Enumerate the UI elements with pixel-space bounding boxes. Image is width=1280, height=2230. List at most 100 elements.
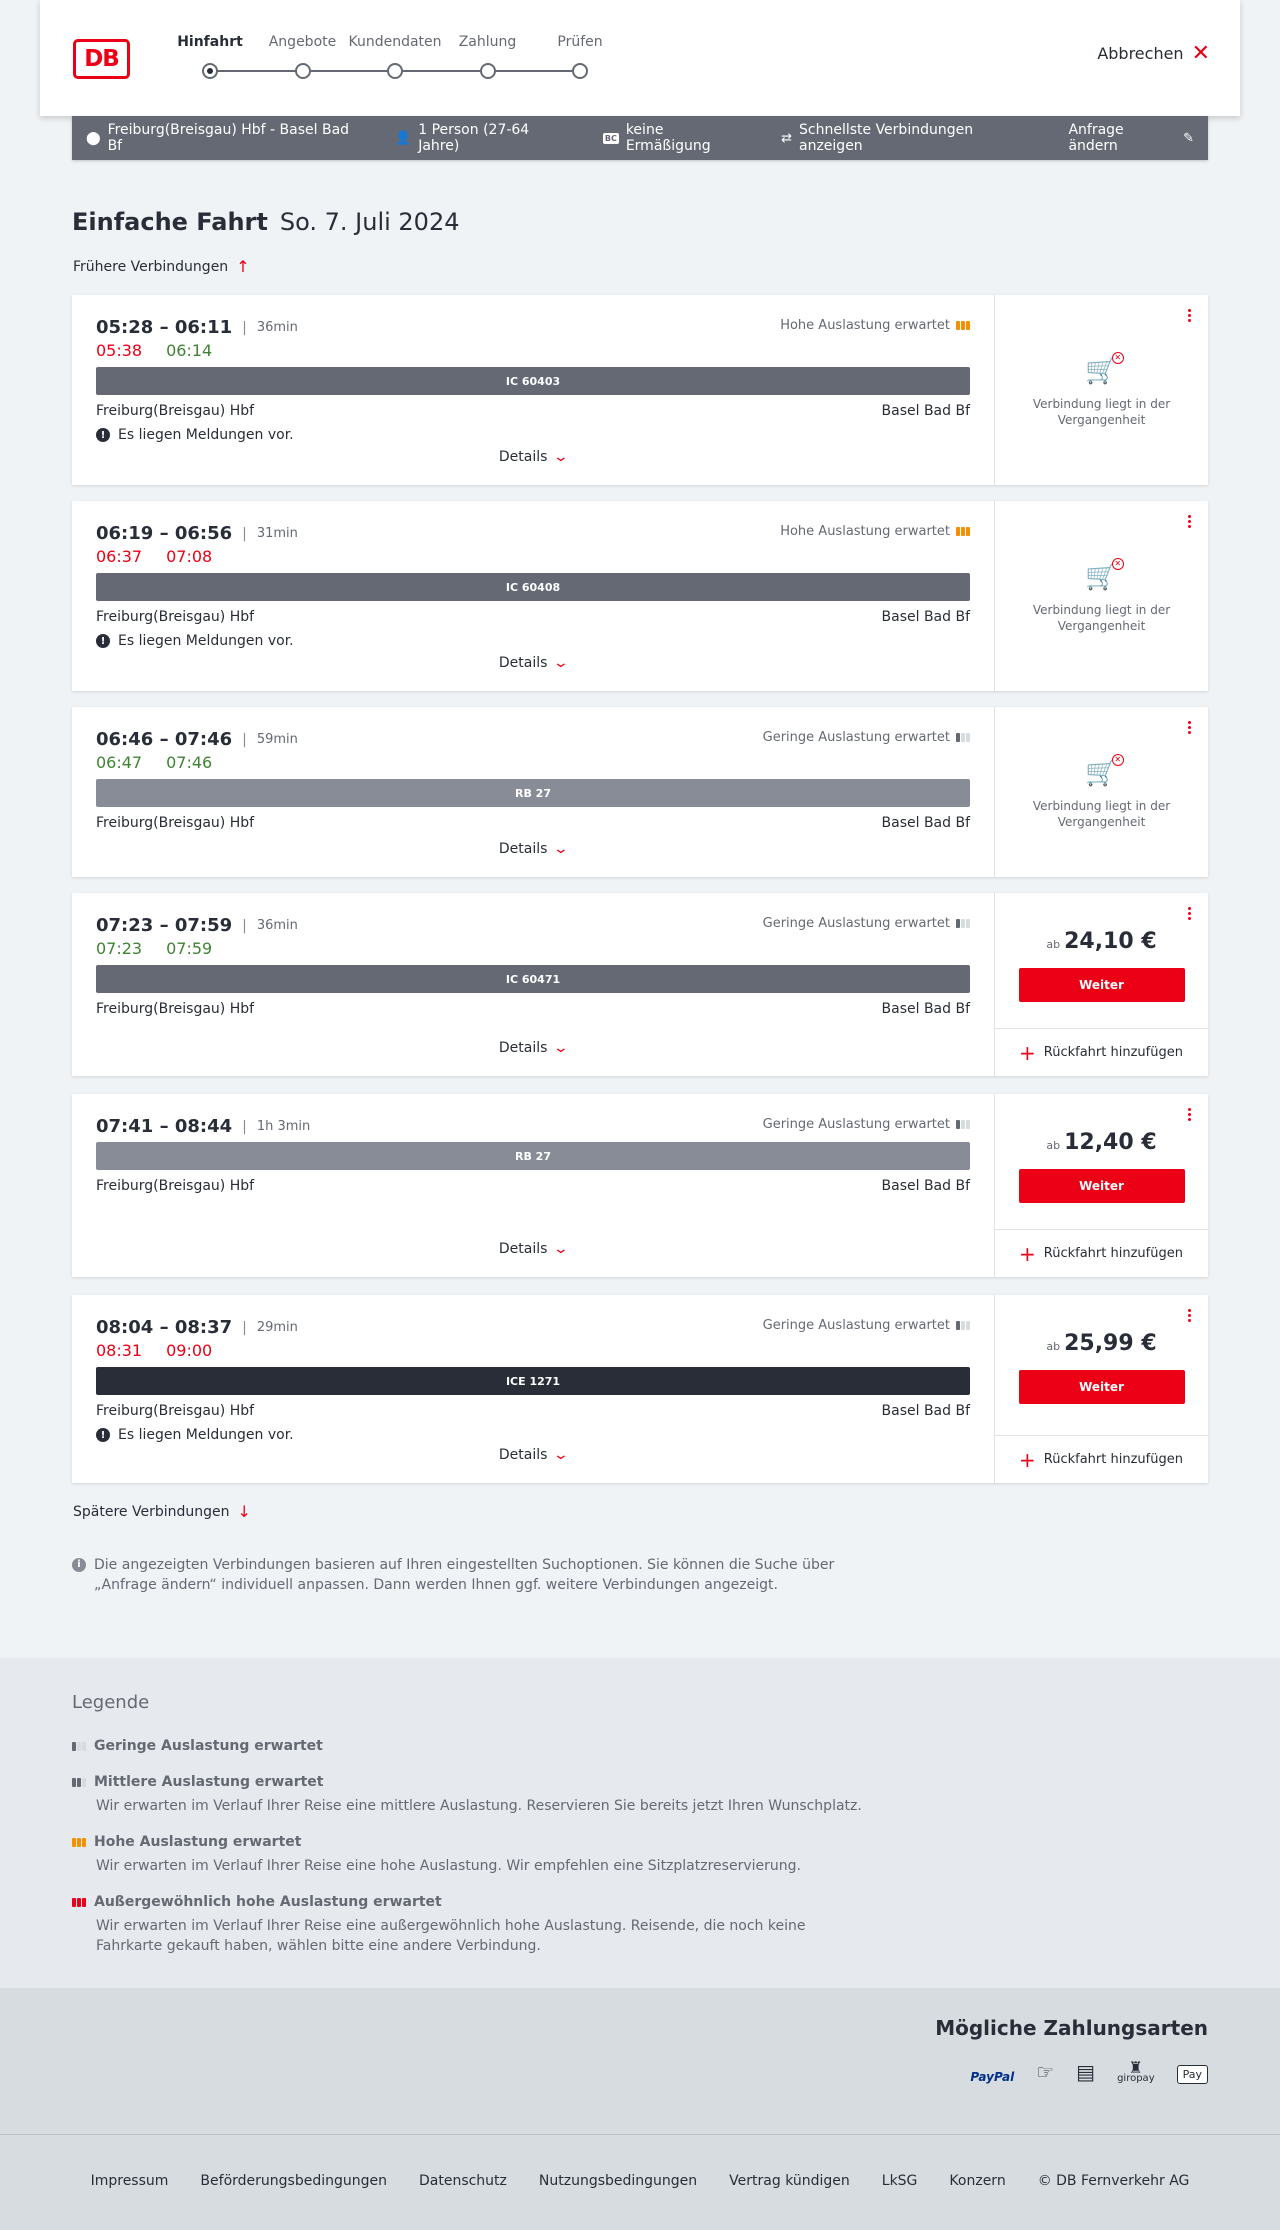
details-toggle[interactable]: Details ⌄	[72, 655, 994, 671]
realtime-times: 07:23 07:59	[96, 939, 212, 958]
past-connection-text: Verbindung liegt in der Vergangenheit	[1032, 397, 1171, 427]
details-toggle[interactable]: Details ⌄	[72, 841, 994, 857]
connection-card[interactable]: 06:46 – 07:46 | 59min 06:47 07:46 Geringe Aus…	[72, 707, 1208, 877]
kebab-dot	[1187, 314, 1191, 317]
connection-card[interactable]: 08:04 – 08:37 | 29min 08:31 09:00 Geringe Aus…	[72, 1295, 1208, 1483]
details-label: Details	[498, 841, 548, 857]
connection-card[interactable]: 06:19 – 06:56 | 31min 06:37 07:08 Hohe Auslas…	[72, 501, 1208, 691]
later-connections-link[interactable]: Spätere Verbindungen ↓	[73, 1502, 251, 1521]
footer-link[interactable]: Beförderungsbedingungen	[200, 2173, 387, 2189]
price-block: ab 24,10 € Weiter	[995, 929, 1208, 1002]
footer-link[interactable]: Datenschutz	[419, 2173, 507, 2189]
divider: |	[242, 1319, 247, 1336]
realtime-arrival: 07:08	[166, 547, 213, 566]
info-icon: i	[72, 1558, 86, 1572]
connection-card[interactable]: 07:41 – 08:44 | 1h 3min Geringe Auslastung …	[72, 1094, 1208, 1277]
details-toggle[interactable]: Details ⌄	[72, 1040, 994, 1056]
travellers-summary: 👤 1 Person (27-64 Jahre)	[395, 122, 573, 154]
sepa-direct-debit-icon: ▤	[1076, 2060, 1096, 2084]
continue-button[interactable]: Weiter	[1018, 1169, 1185, 1203]
occupancy-bar	[956, 527, 960, 536]
step-dot	[202, 63, 218, 79]
plus-icon: +	[1019, 1447, 1036, 1472]
step-dot	[572, 63, 588, 79]
fastest-text: Schnellste Verbindungen anzeigen	[799, 122, 974, 154]
more-options-icon[interactable]	[1186, 721, 1192, 734]
trip-date: So. 7. Juli 2024	[279, 208, 460, 236]
realtime-departure: 06:37	[96, 547, 143, 566]
origin-station: Freiburg(Breisgau) Hbf	[96, 1178, 255, 1194]
payment-title: Mögliche Zahlungsarten	[935, 2016, 1208, 2040]
duration: 36min	[256, 918, 298, 933]
legend-item-header: Geringe Auslastung erwartet	[72, 1738, 872, 1754]
train-bar[interactable]: IC 60471	[96, 965, 970, 993]
destination-station: Basel Bad Bf	[881, 403, 970, 419]
occupancy-bar	[77, 1837, 81, 1847]
train-bar[interactable]: RB 27	[96, 779, 970, 807]
footer-link[interactable]: Nutzungsbedingungen	[539, 2173, 697, 2189]
details-toggle[interactable]: Details ⌄	[72, 1241, 994, 1257]
occupancy-bar	[956, 1120, 960, 1129]
more-options-icon[interactable]	[1186, 1309, 1192, 1322]
footer-link[interactable]: LkSG	[882, 2173, 918, 2189]
giropay-icon: ♜ giropay	[1117, 2060, 1155, 2085]
footer-link[interactable]: Konzern	[949, 2173, 1005, 2189]
more-options-icon[interactable]	[1186, 907, 1192, 920]
stations: Freiburg(Breisgau) Hbf Basel Bad Bf	[96, 609, 970, 625]
details-label: Details	[498, 449, 548, 465]
price-block: ab 25,99 € Weiter	[995, 1331, 1208, 1404]
realtime-arrival: 09:00	[166, 1341, 213, 1360]
legend-item-label: Mittlere Auslastung erwartet	[94, 1774, 324, 1790]
footer-link[interactable]: © DB Fernverkehr AG	[1038, 2173, 1190, 2189]
occupancy-label: Geringe Auslastung erwartet	[762, 1117, 950, 1132]
stations: Freiburg(Breisgau) Hbf Basel Bad Bf	[96, 815, 970, 831]
paypal-icon: PayPal	[970, 2070, 1015, 2084]
origin-station: Freiburg(Breisgau) Hbf	[96, 815, 255, 831]
add-return-trip-button[interactable]: + Rückfahrt hinzufügen	[995, 1028, 1208, 1076]
footer-link[interactable]: Vertrag kündigen	[729, 2173, 850, 2189]
more-options-icon[interactable]	[1186, 1108, 1192, 1121]
realtime-times: 06:47 07:46	[96, 753, 212, 772]
add-return-trip-button[interactable]: + Rückfahrt hinzufügen	[995, 1435, 1208, 1483]
destination-station: Basel Bad Bf	[881, 609, 970, 625]
cancel-button[interactable]: Abbrechen ✕	[1097, 42, 1210, 64]
details-label: Details	[498, 1040, 548, 1056]
more-options-icon[interactable]	[1186, 309, 1192, 322]
continue-button[interactable]: Weiter	[1018, 968, 1185, 1002]
legend-item-description: Wir erwarten im Verlauf Ihrer Reise eine…	[96, 1858, 801, 1874]
realtime-times: 05:38 06:14	[96, 341, 212, 360]
train-bar[interactable]: ICE 1271	[96, 1367, 970, 1395]
occupancy-bar	[956, 321, 960, 330]
more-options-icon[interactable]	[1186, 515, 1192, 528]
kebab-dot	[1187, 1319, 1191, 1322]
add-return-trip-button[interactable]: + Rückfahrt hinzufügen	[995, 1229, 1208, 1277]
plus-icon: +	[1019, 1241, 1036, 1266]
alert-icon: !	[96, 1428, 110, 1442]
fastest-summary: ⇄ Schnellste Verbindungen anzeigen	[781, 122, 1038, 154]
notice-text: Es liegen Meldungen vor.	[118, 427, 294, 443]
occupancy-bar	[966, 919, 970, 928]
connection-card[interactable]: 07:23 – 07:59 | 36min 07:23 07:59 Geringe Aus…	[72, 893, 1208, 1076]
connection-card[interactable]: 05:28 – 06:11 | 36min 05:38 06:14 Hohe Auslas…	[72, 295, 1208, 485]
duration: 29min	[256, 1320, 298, 1335]
change-request-label: Anfrage ändern	[1068, 122, 1124, 154]
details-toggle[interactable]: Details ⌄	[72, 449, 994, 465]
realtime-arrival: 06:14	[166, 341, 213, 360]
continue-button[interactable]: Weiter	[1018, 1370, 1185, 1404]
discount-summary: BC keine Ermäßigung	[602, 122, 751, 154]
db-logo[interactable]: DB	[73, 39, 130, 79]
realtime-arrival: 07:59	[166, 939, 213, 958]
footer-link[interactable]: Impressum	[91, 2173, 169, 2189]
occupancy-bar	[966, 1321, 970, 1330]
train-bar[interactable]: RB 27	[96, 1142, 970, 1170]
header: DB Hinfahrt Angebote Kundendaten Zahlung…	[40, 0, 1240, 116]
change-request-button[interactable]: Anfrage ändern ✎	[1068, 122, 1194, 154]
connection-details: 05:28 – 06:11 | 36min 05:38 06:14 Hohe Auslas…	[72, 295, 994, 485]
details-toggle[interactable]: Details ⌄	[72, 1447, 994, 1463]
occupancy-bar	[82, 1837, 86, 1847]
info-note: i Die angezeigten Verbindungen basieren …	[72, 1555, 852, 1595]
realtime-departure: 05:38	[96, 341, 143, 360]
earlier-connections-link[interactable]: Frühere Verbindungen ↑	[73, 257, 250, 276]
train-bar[interactable]: IC 60408	[96, 573, 970, 601]
train-bar[interactable]: IC 60403	[96, 367, 970, 395]
